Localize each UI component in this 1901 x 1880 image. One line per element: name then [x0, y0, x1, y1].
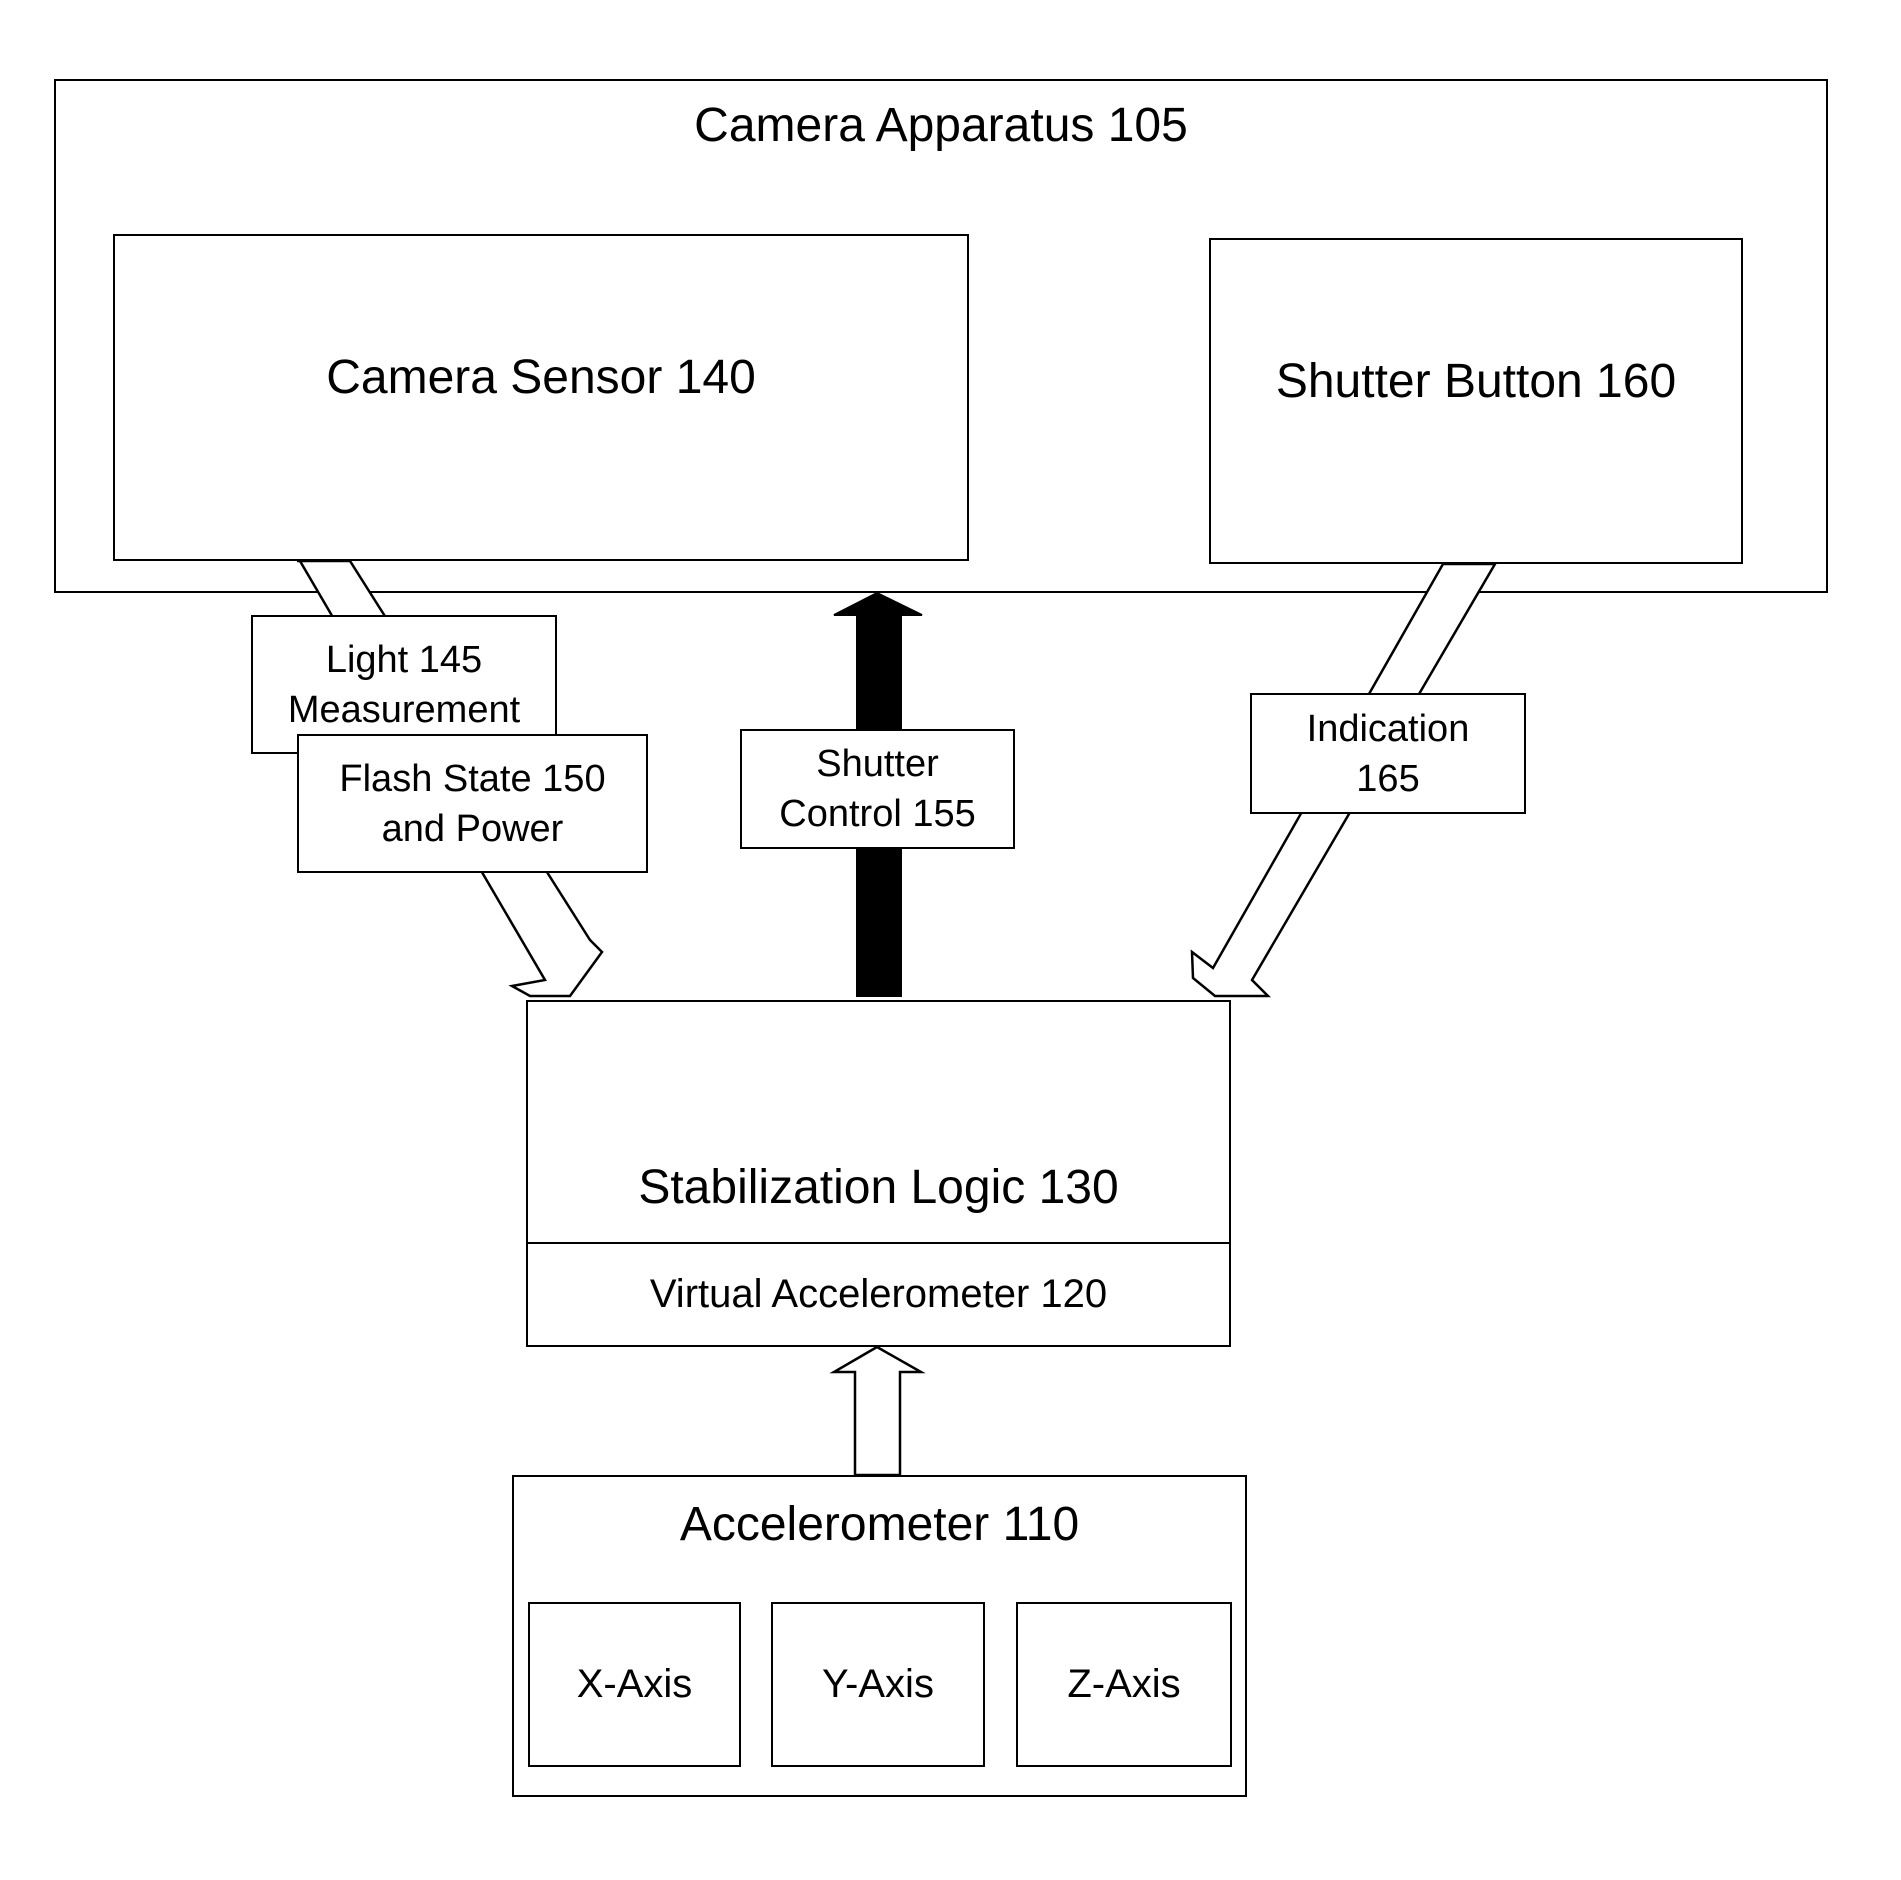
y-axis-box: Y-Axis: [771, 1602, 985, 1767]
indication-box: Indication 165: [1250, 693, 1526, 814]
y-axis-label: Y-Axis: [822, 1662, 934, 1706]
stabilization-logic-box: Stabilization Logic 130 Virtual Accelero…: [526, 1000, 1231, 1347]
accelerometer-label: Accelerometer 110: [679, 1498, 1080, 1551]
virtual-accelerometer-label: Virtual Accelerometer 120: [649, 1272, 1108, 1316]
shutter-control-line1: Shutter: [816, 743, 939, 785]
light-measurement-line2: Measurement: [287, 689, 521, 731]
virtual-accelerometer-section: Virtual Accelerometer 120: [528, 1242, 1229, 1345]
stabilization-logic-label: Stabilization Logic 130: [638, 1160, 1119, 1214]
light-measurement-line1: Light 145: [325, 639, 483, 681]
x-axis-box: X-Axis: [528, 1602, 741, 1767]
flash-state-line2: and Power: [381, 807, 564, 850]
z-axis-label: Z-Axis: [1067, 1662, 1181, 1706]
flash-state-box: Flash State 150 and Power: [297, 734, 648, 873]
accelerometer-to-virtual-arrow: [829, 1345, 926, 1477]
flash-state-line1: Flash State 150: [339, 757, 606, 800]
indication-line2: 165: [1356, 757, 1420, 800]
indication-line1: Indication: [1306, 707, 1470, 750]
x-axis-label: X-Axis: [576, 1662, 693, 1706]
z-axis-box: Z-Axis: [1016, 1602, 1232, 1767]
shutter-control-line2: Control 155: [779, 793, 976, 835]
shutter-control-box: Shutter Control 155: [740, 729, 1015, 849]
stabilization-logic-section: Stabilization Logic 130: [528, 1002, 1229, 1242]
